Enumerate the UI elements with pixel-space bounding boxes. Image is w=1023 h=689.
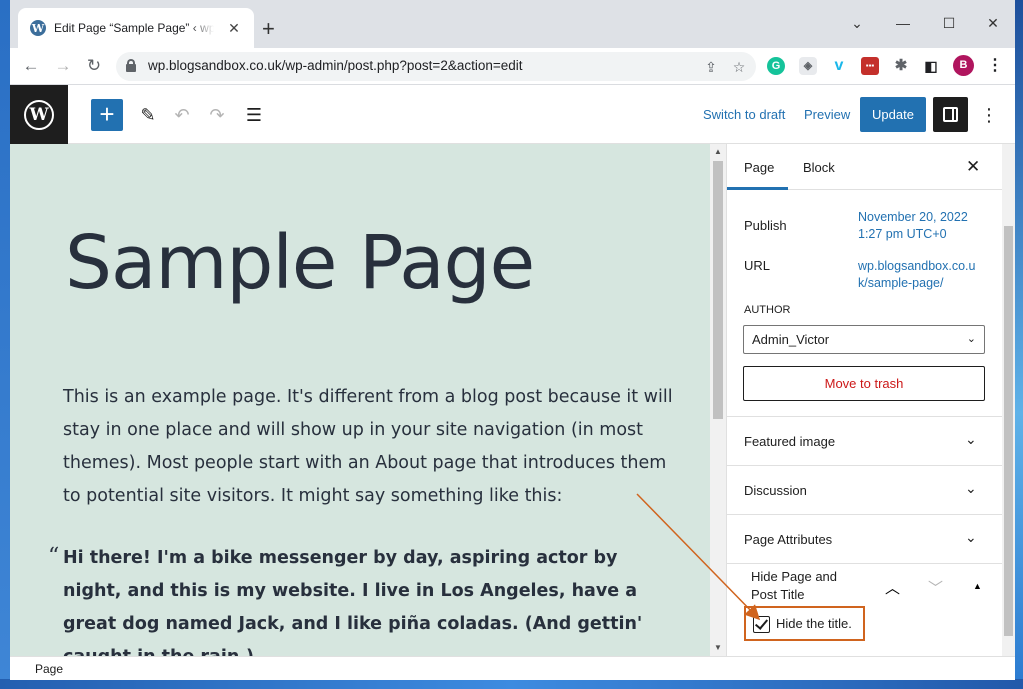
- hide-title-label[interactable]: Hide the title.: [776, 616, 852, 631]
- profile-avatar[interactable]: B: [953, 55, 974, 76]
- active-tab-indicator: [727, 187, 788, 190]
- close-window-icon[interactable]: ✕: [978, 10, 1008, 36]
- tab-strip: W Edit Page “Sample Page” ‹ wp.blogsandb…: [10, 0, 1015, 48]
- publish-label: Publish: [744, 218, 787, 233]
- move-up-icon[interactable]: ︿: [885, 577, 900, 598]
- collapse-caret-icon[interactable]: ▲: [973, 581, 982, 591]
- author-label: AUTHOR: [744, 304, 791, 316]
- share-icon[interactable]: ⇪: [700, 56, 722, 78]
- move-to-trash-button[interactable]: Move to trash: [743, 366, 985, 401]
- scroll-down-icon[interactable]: ▼: [714, 643, 722, 652]
- close-tab-icon[interactable]: ✕: [226, 20, 242, 36]
- permalink-button[interactable]: wp.blogsandbox.co.uk/sample-page/: [858, 258, 980, 292]
- settings-sidebar: Page Block ✕ Publish November 20, 2022 1…: [726, 144, 1015, 656]
- tab-page[interactable]: Page: [744, 160, 774, 175]
- preview-button[interactable]: Preview: [804, 107, 850, 122]
- hide-title-panel-heading[interactable]: Hide Page and Post Title: [751, 568, 861, 604]
- grammarly-icon[interactable]: G: [767, 57, 785, 75]
- author-value: Admin_Victor: [752, 332, 830, 347]
- close-sidebar-icon[interactable]: ✕: [966, 157, 980, 177]
- sidebar-scrollbar[interactable]: [1002, 144, 1015, 656]
- side-panel-icon[interactable]: ◧: [922, 57, 940, 75]
- forward-icon[interactable]: →: [51, 54, 75, 78]
- tab-search-icon[interactable]: ⌄: [842, 10, 872, 36]
- pencil-tools-icon[interactable]: ✎: [135, 102, 161, 128]
- vimeo-icon[interactable]: v: [830, 57, 848, 75]
- red-extension-icon[interactable]: ▪▪▪: [861, 57, 879, 75]
- browser-window: W Edit Page “Sample Page” ‹ wp.blogsandb…: [10, 0, 1015, 680]
- block-breadcrumb-bar: Page: [10, 656, 1015, 680]
- minimize-icon[interactable]: —: [888, 10, 918, 36]
- reload-icon[interactable]: ↻: [82, 54, 106, 78]
- bookmark-star-icon[interactable]: ☆: [728, 56, 750, 78]
- panel-label: Featured image: [744, 434, 836, 449]
- breadcrumb-page[interactable]: Page: [35, 662, 63, 676]
- wordpress-logo-button[interactable]: W: [10, 85, 68, 144]
- tab-title: Edit Page “Sample Page” ‹ wp.blogsandbox…: [54, 21, 214, 35]
- chevron-down-icon: ⌄: [966, 333, 976, 345]
- panel-label: Discussion: [744, 483, 807, 498]
- chevron-down-icon: ⌄: [965, 431, 977, 447]
- update-button[interactable]: Update: [860, 97, 926, 132]
- chevron-down-icon: ⌄: [965, 480, 977, 496]
- browser-toolbar: ← → ↻ wp.blogsandbox.co.uk/wp-admin/post…: [10, 48, 1015, 85]
- highlight-box: Hide the title.: [744, 606, 865, 641]
- tab-block[interactable]: Block: [803, 160, 835, 175]
- add-block-button[interactable]: +: [91, 99, 123, 131]
- author-select[interactable]: Admin_Victor ⌄: [743, 325, 985, 354]
- settings-panel-icon: [943, 107, 958, 122]
- options-menu-icon[interactable]: ⋮: [980, 102, 998, 128]
- panel-discussion[interactable]: Discussion ⌄: [727, 465, 1002, 514]
- panel-featured-image[interactable]: Featured image ⌄: [727, 416, 1002, 465]
- sidebar-scroll-thumb[interactable]: [1004, 226, 1013, 636]
- taskbar-edge: [0, 679, 1023, 689]
- undo-icon[interactable]: ↶: [169, 102, 195, 128]
- paragraph-block[interactable]: This is an example page. It's different …: [63, 381, 673, 513]
- desktop-background: [0, 0, 10, 689]
- maximize-icon[interactable]: ☐: [934, 10, 964, 36]
- list-view-icon[interactable]: ☰: [241, 102, 267, 128]
- new-tab-icon[interactable]: +: [262, 18, 275, 40]
- panel-page-attributes[interactable]: Page Attributes ⌄: [727, 514, 1002, 563]
- shield-extension-icon[interactable]: ◈: [799, 57, 817, 75]
- address-bar[interactable]: wp.blogsandbox.co.uk/wp-admin/post.php?p…: [116, 52, 756, 81]
- back-icon[interactable]: ←: [19, 54, 43, 78]
- scroll-up-icon[interactable]: ▲: [714, 147, 722, 156]
- sidebar-tabs: Page Block ✕: [727, 144, 1002, 190]
- url-text[interactable]: wp.blogsandbox.co.uk/wp-admin/post.php?p…: [148, 58, 523, 73]
- quote-mark: “: [48, 544, 60, 569]
- publish-date-button[interactable]: November 20, 2022 1:27 pm UTC+0: [858, 209, 988, 243]
- editor-canvas: Sample Page This is an example page. It'…: [10, 144, 710, 656]
- extensions-puzzle-icon[interactable]: ✱: [892, 57, 910, 75]
- lock-icon[interactable]: [126, 59, 136, 72]
- switch-to-draft-button[interactable]: Switch to draft: [703, 107, 785, 122]
- canvas-scrollbar[interactable]: ▲ ▼: [710, 144, 726, 656]
- wordpress-favicon-icon: W: [30, 20, 46, 36]
- browser-tab[interactable]: W Edit Page “Sample Page” ‹ wp.blogsandb…: [18, 8, 254, 48]
- redo-icon[interactable]: ↷: [204, 102, 230, 128]
- desktop-background-right: [1015, 0, 1023, 689]
- hide-title-checkbox[interactable]: [753, 616, 770, 633]
- settings-toggle-button[interactable]: [933, 97, 968, 132]
- move-down-icon[interactable]: ﹀: [928, 577, 943, 598]
- page-title[interactable]: Sample Page: [65, 220, 535, 306]
- chrome-menu-icon[interactable]: ⋮: [986, 57, 1004, 75]
- quote-block[interactable]: Hi there! I'm a bike messenger by day, a…: [63, 542, 663, 656]
- url-label: URL: [744, 258, 771, 273]
- chevron-down-icon: ⌄: [965, 529, 977, 545]
- wordpress-logo-icon: W: [24, 100, 54, 130]
- panel-label: Page Attributes: [744, 532, 833, 547]
- editor-header: W + ✎ ↶ ↷ ☰ Switch to draft Preview Upda…: [10, 85, 1015, 144]
- canvas-scroll-thumb[interactable]: [713, 161, 723, 419]
